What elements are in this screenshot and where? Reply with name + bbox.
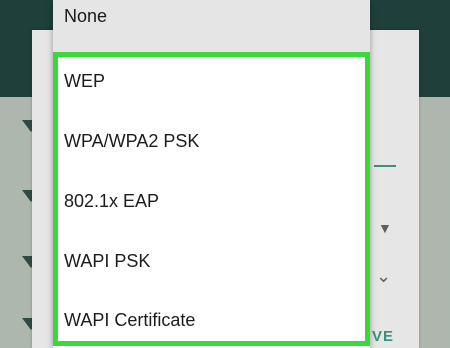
security-option-wep[interactable]: WEP [64,61,364,101]
dropdown-arrow-icon[interactable]: ▼ [378,221,392,235]
highlight-box: WEP WPA/WPA2 PSK 802.1x EAP WAPI PSK WAP… [53,52,370,346]
chevron-down-icon[interactable]: ⌄ [376,267,391,285]
security-dropdown-menu: None WEP WPA/WPA2 PSK 802.1x EAP WAPI PS… [53,0,370,348]
input-underline [374,165,396,167]
security-option-wpa-psk[interactable]: WPA/WPA2 PSK [64,121,364,161]
security-option-wapi-certificate[interactable]: WAPI Certificate [64,300,364,340]
save-button[interactable]: VE [372,328,394,345]
security-option-none[interactable]: None [53,0,370,52]
security-option-8021x-eap[interactable]: 802.1x EAP [64,181,364,221]
security-option-wapi-psk[interactable]: WAPI PSK [64,241,364,281]
